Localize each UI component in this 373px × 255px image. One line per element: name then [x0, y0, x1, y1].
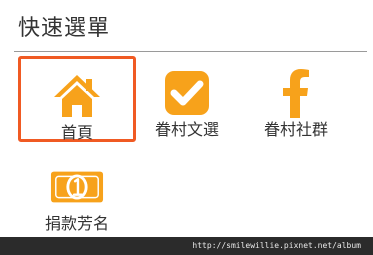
menu-item-donate[interactable]: 捐款芳名 — [18, 150, 136, 236]
money-icon — [50, 162, 104, 212]
menu-item-label: 眷村文選 — [154, 120, 219, 139]
menu-item-home[interactable]: 首頁 — [18, 56, 136, 142]
divider — [14, 51, 367, 52]
facebook-icon — [269, 68, 323, 118]
menu-item-articles[interactable]: 眷村文選 — [128, 56, 246, 142]
menu-item-label: 眷村社群 — [263, 120, 328, 139]
menu-item-community[interactable]: 眷村社群 — [237, 56, 355, 142]
menu-title: 快速選單 — [18, 16, 111, 41]
home-icon — [50, 71, 104, 121]
menu-item-label: 捐款芳名 — [44, 214, 109, 233]
watermark-bar: http://smilewillie.pixnet.net/album — [0, 237, 373, 255]
menu-item-label: 首頁 — [60, 123, 93, 142]
checkbox-icon — [160, 68, 214, 118]
